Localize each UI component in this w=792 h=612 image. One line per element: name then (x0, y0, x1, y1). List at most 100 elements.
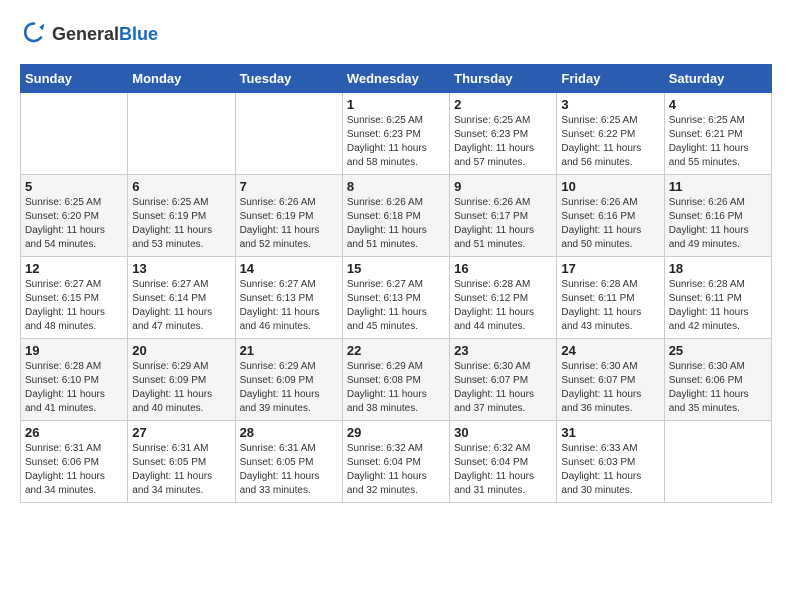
day-info: Sunrise: 6:27 AM Sunset: 6:15 PM Dayligh… (25, 278, 123, 334)
day-of-week-header: Saturday (664, 65, 771, 93)
calendar-day-cell (664, 421, 771, 503)
day-number: 15 (347, 261, 445, 276)
calendar-day-cell: 16 Sunrise: 6:28 AM Sunset: 6:12 PM Dayli… (450, 257, 557, 339)
calendar-table: SundayMondayTuesdayWednesdayThursdayFrid… (20, 64, 772, 503)
calendar-day-cell: 2Sunrise: 6:25 AM Sunset: 6:23 PM Daylig… (450, 93, 557, 175)
logo: GeneralBlue (20, 20, 158, 48)
day-number: 1 (347, 97, 445, 112)
calendar-day-cell: 12 Sunrise: 6:27 AM Sunset: 6:15 PM Dayli… (21, 257, 128, 339)
day-number: 25 (669, 343, 767, 358)
day-info: Sunrise: 6:29 AM Sunset: 6:09 PM Dayligh… (132, 360, 230, 416)
day-info: Sunrise: 6:25 AM Sunset: 6:23 PM Dayligh… (347, 114, 445, 170)
day-number: 27 (132, 425, 230, 440)
calendar-day-cell: 13 Sunrise: 6:27 AM Sunset: 6:14 PM Dayli… (128, 257, 235, 339)
day-info: Sunrise: 6:27 AM Sunset: 6:13 PM Dayligh… (347, 278, 445, 334)
calendar-week-row: 12 Sunrise: 6:27 AM Sunset: 6:15 PM Dayli… (21, 257, 772, 339)
day-of-week-header: Sunday (21, 65, 128, 93)
calendar-day-cell: 15 Sunrise: 6:27 AM Sunset: 6:13 PM Dayli… (342, 257, 449, 339)
calendar-day-cell (235, 93, 342, 175)
day-info: Sunrise: 6:26 AM Sunset: 6:18 PM Dayligh… (347, 196, 445, 252)
calendar-day-cell (128, 93, 235, 175)
day-info: Sunrise: 6:29 AM Sunset: 6:08 PM Dayligh… (347, 360, 445, 416)
day-info: Sunrise: 6:32 AM Sunset: 6:04 PM Dayligh… (347, 442, 445, 498)
calendar-day-cell: 5 Sunrise: 6:25 AM Sunset: 6:20 PM Daylig… (21, 175, 128, 257)
calendar-day-cell: 23 Sunrise: 6:30 AM Sunset: 6:07 PM Dayli… (450, 339, 557, 421)
calendar-week-row: 19Sunrise: 6:28 AM Sunset: 6:10 PM Dayli… (21, 339, 772, 421)
day-info: Sunrise: 6:26 AM Sunset: 6:19 PM Dayligh… (240, 196, 338, 252)
day-info: Sunrise: 6:31 AM Sunset: 6:05 PM Dayligh… (240, 442, 338, 498)
calendar-week-row: 5 Sunrise: 6:25 AM Sunset: 6:20 PM Daylig… (21, 175, 772, 257)
calendar-day-cell: 26 Sunrise: 6:31 AM Sunset: 6:06 PM Dayli… (21, 421, 128, 503)
day-number: 7 (240, 179, 338, 194)
day-of-week-header: Thursday (450, 65, 557, 93)
day-number: 23 (454, 343, 552, 358)
calendar-day-cell: 1 Sunrise: 6:25 AM Sunset: 6:23 PM Daylig… (342, 93, 449, 175)
day-info: Sunrise: 6:31 AM Sunset: 6:06 PM Dayligh… (25, 442, 123, 498)
day-info: Sunrise: 6:32 AM Sunset: 6:04 PM Dayligh… (454, 442, 552, 498)
calendar-day-cell (21, 93, 128, 175)
day-number: 26 (25, 425, 123, 440)
day-number: 17 (561, 261, 659, 276)
day-info: Sunrise: 6:28 AM Sunset: 6:11 PM Dayligh… (561, 278, 659, 334)
day-number: 21 (240, 343, 338, 358)
day-of-week-header: Monday (128, 65, 235, 93)
calendar-day-cell: 22 Sunrise: 6:29 AM Sunset: 6:08 PM Dayli… (342, 339, 449, 421)
day-info: Sunrise: 6:26 AM Sunset: 6:16 PM Dayligh… (561, 196, 659, 252)
calendar-day-cell: 4Sunrise: 6:25 AM Sunset: 6:21 PM Daylig… (664, 93, 771, 175)
calendar-day-cell: 20 Sunrise: 6:29 AM Sunset: 6:09 PM Dayli… (128, 339, 235, 421)
calendar-day-cell: 31Sunrise: 6:33 AM Sunset: 6:03 PM Dayli… (557, 421, 664, 503)
day-number: 31 (561, 425, 659, 440)
day-number: 30 (454, 425, 552, 440)
day-number: 14 (240, 261, 338, 276)
day-number: 19 (25, 343, 123, 358)
day-info: Sunrise: 6:30 AM Sunset: 6:06 PM Dayligh… (669, 360, 767, 416)
day-info: Sunrise: 6:27 AM Sunset: 6:14 PM Dayligh… (132, 278, 230, 334)
day-info: Sunrise: 6:25 AM Sunset: 6:20 PM Dayligh… (25, 196, 123, 252)
day-number: 9 (454, 179, 552, 194)
calendar-day-cell: 30 Sunrise: 6:32 AM Sunset: 6:04 PM Dayli… (450, 421, 557, 503)
day-info: Sunrise: 6:25 AM Sunset: 6:19 PM Dayligh… (132, 196, 230, 252)
calendar-day-cell: 27Sunrise: 6:31 AM Sunset: 6:05 PM Dayli… (128, 421, 235, 503)
day-info: Sunrise: 6:26 AM Sunset: 6:16 PM Dayligh… (669, 196, 767, 252)
calendar-week-row: 1 Sunrise: 6:25 AM Sunset: 6:23 PM Daylig… (21, 93, 772, 175)
calendar-day-cell: 29 Sunrise: 6:32 AM Sunset: 6:04 PM Dayli… (342, 421, 449, 503)
day-number: 16 (454, 261, 552, 276)
day-number: 18 (669, 261, 767, 276)
day-info: Sunrise: 6:30 AM Sunset: 6:07 PM Dayligh… (561, 360, 659, 416)
day-info: Sunrise: 6:29 AM Sunset: 6:09 PM Dayligh… (240, 360, 338, 416)
calendar-day-cell: 24 Sunrise: 6:30 AM Sunset: 6:07 PM Dayli… (557, 339, 664, 421)
day-number: 24 (561, 343, 659, 358)
day-number: 22 (347, 343, 445, 358)
calendar-day-cell: 3Sunrise: 6:25 AM Sunset: 6:22 PM Daylig… (557, 93, 664, 175)
day-of-week-header: Tuesday (235, 65, 342, 93)
day-info: Sunrise: 6:27 AM Sunset: 6:13 PM Dayligh… (240, 278, 338, 334)
day-number: 13 (132, 261, 230, 276)
calendar-day-cell: 10 Sunrise: 6:26 AM Sunset: 6:16 PM Dayli… (557, 175, 664, 257)
calendar-day-cell: 6 Sunrise: 6:25 AM Sunset: 6:19 PM Daylig… (128, 175, 235, 257)
calendar-day-cell: 21 Sunrise: 6:29 AM Sunset: 6:09 PM Dayli… (235, 339, 342, 421)
day-number: 12 (25, 261, 123, 276)
day-number: 4 (669, 97, 767, 112)
day-info: Sunrise: 6:28 AM Sunset: 6:11 PM Dayligh… (669, 278, 767, 334)
day-number: 29 (347, 425, 445, 440)
calendar-day-cell: 25 Sunrise: 6:30 AM Sunset: 6:06 PM Dayli… (664, 339, 771, 421)
day-number: 20 (132, 343, 230, 358)
calendar-week-row: 26 Sunrise: 6:31 AM Sunset: 6:06 PM Dayli… (21, 421, 772, 503)
day-number: 6 (132, 179, 230, 194)
calendar-header-row: SundayMondayTuesdayWednesdayThursdayFrid… (21, 65, 772, 93)
page-header: GeneralBlue (20, 20, 772, 48)
day-info: Sunrise: 6:25 AM Sunset: 6:22 PM Dayligh… (561, 114, 659, 170)
logo-text: GeneralBlue (52, 24, 158, 45)
day-number: 10 (561, 179, 659, 194)
calendar-day-cell: 19Sunrise: 6:28 AM Sunset: 6:10 PM Dayli… (21, 339, 128, 421)
calendar-day-cell: 14 Sunrise: 6:27 AM Sunset: 6:13 PM Dayli… (235, 257, 342, 339)
day-info: Sunrise: 6:28 AM Sunset: 6:12 PM Dayligh… (454, 278, 552, 334)
day-number: 5 (25, 179, 123, 194)
day-number: 28 (240, 425, 338, 440)
day-info: Sunrise: 6:25 AM Sunset: 6:23 PM Dayligh… (454, 114, 552, 170)
logo-icon (20, 20, 48, 48)
day-number: 11 (669, 179, 767, 194)
day-info: Sunrise: 6:30 AM Sunset: 6:07 PM Dayligh… (454, 360, 552, 416)
day-of-week-header: Friday (557, 65, 664, 93)
calendar-day-cell: 9Sunrise: 6:26 AM Sunset: 6:17 PM Daylig… (450, 175, 557, 257)
